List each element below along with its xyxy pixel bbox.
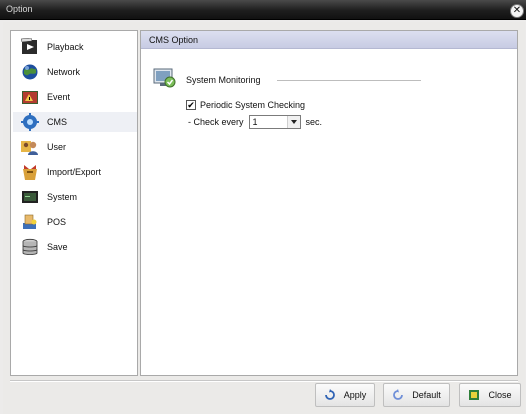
sidebar-item-label: POS <box>47 217 67 227</box>
cms-icon <box>21 113 39 131</box>
playback-icon <box>20 37 39 56</box>
check-interval-select[interactable]: 1 <box>248 115 301 129</box>
sidebar-item-label: Event <box>47 92 71 102</box>
section-divider <box>277 80 421 81</box>
footer-separator <box>10 380 518 381</box>
default-button[interactable]: Default <box>383 383 450 407</box>
periodic-checking-label: Periodic System Checking <box>200 100 306 110</box>
panel-header: CMS Option <box>141 31 517 49</box>
cms-option-panel: CMS Option System Monitoring ✔ Periodic … <box>140 30 518 376</box>
import-export-icon <box>21 163 39 181</box>
sidebar-item-label: CMS <box>47 117 67 127</box>
section-title: System Monitoring <box>186 75 261 85</box>
user-icon <box>21 138 39 156</box>
network-icon <box>21 63 39 81</box>
seconds-label: sec. <box>305 117 323 127</box>
panel-title: CMS Option <box>149 35 199 45</box>
apply-button[interactable]: Apply <box>315 383 375 407</box>
system-icon <box>21 188 39 206</box>
sidebar-item-event[interactable]: Event <box>13 87 137 107</box>
pos-icon <box>21 213 39 231</box>
options-sidebar: Playback Network Event CMS User Import/E… <box>10 30 138 376</box>
sidebar-item-label: Import/Export <box>47 167 102 177</box>
chevron-down-icon[interactable] <box>286 116 300 128</box>
periodic-checking-checkbox[interactable]: ✔ <box>186 100 196 110</box>
sidebar-item-label: System <box>47 192 78 202</box>
title-bar: Option ✕ <box>0 0 526 20</box>
save-icon <box>21 238 39 256</box>
system-monitoring-icon <box>153 66 177 90</box>
sidebar-item-pos[interactable]: POS <box>13 212 137 232</box>
sidebar-item-cms[interactable]: CMS <box>13 112 137 132</box>
apply-button-label: Apply <box>343 390 367 400</box>
sidebar-item-label: Playback <box>47 42 84 52</box>
check-every-row: - Check every 1 sec. <box>188 115 322 129</box>
sidebar-item-user[interactable]: User <box>13 137 137 157</box>
window-title: Option <box>6 4 33 14</box>
close-window-button[interactable]: ✕ <box>510 4 524 18</box>
sidebar-item-import-export[interactable]: Import/Export <box>13 162 137 182</box>
option-dialog: Playback Network Event CMS User Import/E… <box>3 22 525 414</box>
default-button-label: Default <box>412 390 441 400</box>
event-icon <box>21 88 39 106</box>
check-interval-value: 1 <box>252 117 258 127</box>
close-button-label: Close <box>488 390 512 400</box>
periodic-checking-row: ✔ Periodic System Checking <box>186 100 305 110</box>
sidebar-item-system[interactable]: System <box>13 187 137 207</box>
default-icon <box>393 389 404 400</box>
close-button[interactable]: Close <box>459 383 521 407</box>
close-icon <box>469 390 480 400</box>
sidebar-item-playback[interactable]: Playback <box>13 37 137 57</box>
sidebar-item-network[interactable]: Network <box>13 62 137 82</box>
check-every-label: - Check every <box>188 117 244 127</box>
sidebar-item-label: Network <box>47 67 81 77</box>
sidebar-item-label: Save <box>47 242 68 252</box>
apply-icon <box>324 389 335 400</box>
sidebar-item-save[interactable]: Save <box>13 237 137 257</box>
sidebar-item-label: User <box>47 142 67 152</box>
